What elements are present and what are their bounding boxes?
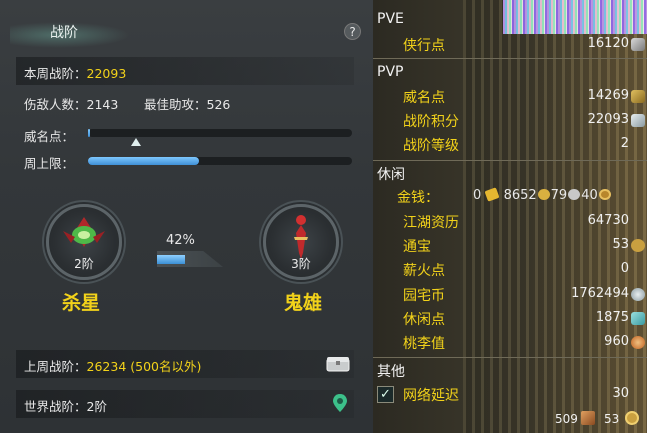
- next-rank-emblem[interactable]: 3阶: [263, 204, 339, 280]
- leisure-item-value: 53: [612, 237, 629, 252]
- tongbao-coin-icon: [625, 411, 639, 425]
- silver-ingot-icon: [537, 189, 550, 200]
- assist-label: 最佳助攻：: [144, 97, 207, 112]
- world-rank-label: 世界战阶：: [24, 399, 87, 414]
- money-row: 金钱： 0 8652 79 40: [373, 186, 647, 208]
- section-pvp: PVP: [377, 64, 404, 80]
- leisure-item-tongbao: 通宝 53: [373, 235, 647, 257]
- peach-icon: [631, 336, 645, 349]
- other-item-label: 网络延迟: [403, 388, 459, 404]
- current-rank-emblem[interactable]: 2阶: [46, 204, 122, 280]
- next-rank-level: 3阶: [291, 257, 311, 271]
- help-icon[interactable]: ?: [344, 23, 361, 40]
- leisure-item-value: 1762494: [571, 286, 629, 301]
- tongbao-coin-icon: [631, 239, 645, 252]
- fame-marker-icon: [130, 138, 141, 146]
- fame-icon: [631, 90, 645, 103]
- rank-panel: 战阶 ? 本周战阶：22093 伤敌人数：2143 最佳助攻：526 威名点： …: [0, 0, 373, 433]
- assist-value: 526: [206, 97, 231, 112]
- fame-label: 威名点：: [24, 129, 75, 144]
- pvp-item-rank-level: 战阶等级 2: [373, 134, 647, 156]
- pvp-item-value: 2: [620, 136, 629, 151]
- section-leisure: 休闲: [377, 167, 405, 183]
- leisure-item-yuanzhai: 园宅币 1762494: [373, 284, 647, 306]
- leisure-item-value: 64730: [587, 213, 629, 228]
- money-gold-value: 0: [473, 188, 482, 203]
- leaf-icon: [631, 312, 645, 325]
- background-glitch: [503, 0, 647, 34]
- sword-icon: [631, 38, 645, 51]
- fame-bar: [88, 129, 352, 137]
- pvp-item-wei-ming: 威名点 14269: [373, 86, 647, 108]
- last-week-label: 上周战阶：: [24, 359, 87, 374]
- pve-item-value: 16120: [587, 36, 629, 51]
- money-silver-value: 8652: [503, 188, 537, 203]
- leisure-item-label: 园宅币: [403, 288, 445, 304]
- chest-icon[interactable]: [326, 355, 350, 373]
- pvp-item-value: 14269: [587, 88, 629, 103]
- other-item-value: 30: [612, 386, 629, 401]
- leisure-item-label: 江湖资历: [403, 215, 459, 231]
- pvp-item-label: 战阶积分: [403, 114, 459, 130]
- weekly-cap-bar-fill: [88, 157, 199, 165]
- weekly-rank-value: 22093: [86, 66, 127, 81]
- pvp-item-rank-points: 战阶积分 22093: [373, 110, 647, 132]
- bottom-stat-left: 509: [555, 412, 578, 426]
- character-icon: [581, 411, 595, 425]
- section-pve: PVE: [377, 11, 404, 27]
- currency-panel: PVE 侠行点 16120 PVP 威名点 14269 战阶积分 22093 战…: [373, 0, 647, 433]
- rank-progress-percent: 42%: [166, 233, 195, 248]
- leisure-item-xiuxian: 休闲点 1875: [373, 308, 647, 330]
- world-rank-value: 2阶: [86, 399, 107, 414]
- stats-row: 伤敌人数：2143 最佳助攻：526: [16, 88, 354, 116]
- leisure-item-label: 休闲点: [403, 312, 445, 328]
- next-rank-name: 鬼雄: [284, 292, 323, 314]
- world-rank-row: 世界战阶：2阶: [16, 390, 354, 418]
- rank-progress-fill: [157, 255, 185, 264]
- fame-bar-fill: [88, 129, 91, 137]
- current-rank-name: 杀星: [62, 292, 101, 314]
- leisure-item-label: 通宝: [403, 239, 431, 255]
- money-label: 金钱：: [397, 190, 439, 206]
- weekly-rank-row: 本周战阶：22093: [16, 57, 354, 85]
- leisure-item-label: 桃李值: [403, 336, 445, 352]
- bottom-stat-right: 53: [604, 412, 620, 426]
- coin-icon: [598, 189, 611, 200]
- current-rank-level: 2阶: [74, 257, 94, 271]
- last-week-value: 26234 (500名以外): [86, 359, 202, 374]
- money-iron-value: 40: [581, 188, 598, 203]
- pvp-item-label: 威名点: [403, 90, 445, 106]
- leisure-item-label: 薪火点: [403, 263, 445, 279]
- leisure-item-value: 960: [604, 334, 629, 349]
- pve-item-xia-xing: 侠行点 16120: [373, 34, 647, 56]
- panel-title: 战阶: [50, 25, 78, 41]
- last-week-row: 上周战阶：26234 (500名以外): [16, 350, 354, 378]
- garden-coin-icon: [631, 288, 645, 301]
- section-other: 其他: [377, 364, 405, 380]
- other-item-latency: 网络延迟 30: [373, 384, 647, 406]
- pvp-item-label: 战阶等级: [403, 138, 459, 154]
- gold-ingot-icon: [484, 187, 500, 202]
- copper-ingot-icon: [568, 189, 581, 200]
- pvp-item-value: 22093: [587, 112, 629, 127]
- injured-label: 伤敌人数：: [24, 97, 87, 112]
- weekly-cap-bar: [88, 157, 352, 165]
- leisure-item-value: 1875: [595, 310, 629, 325]
- panel-title-bar: 战阶: [0, 14, 373, 50]
- leisure-item-taoli: 桃李值 960: [373, 332, 647, 354]
- weekly-cap-label: 周上限：: [24, 156, 75, 171]
- leisure-item-value: 0: [620, 261, 629, 276]
- injured-value: 2143: [86, 97, 119, 112]
- pve-item-label: 侠行点: [403, 38, 445, 54]
- money-copper-value: 79: [550, 188, 568, 203]
- weekly-rank-label: 本周战阶：: [24, 66, 87, 81]
- location-pin-icon[interactable]: [332, 393, 348, 413]
- rank-crest-icon: [631, 114, 645, 127]
- leisure-item-jianghu: 江湖资历 64730: [373, 211, 647, 233]
- leisure-item-xinhuo: 薪火点 0: [373, 259, 647, 281]
